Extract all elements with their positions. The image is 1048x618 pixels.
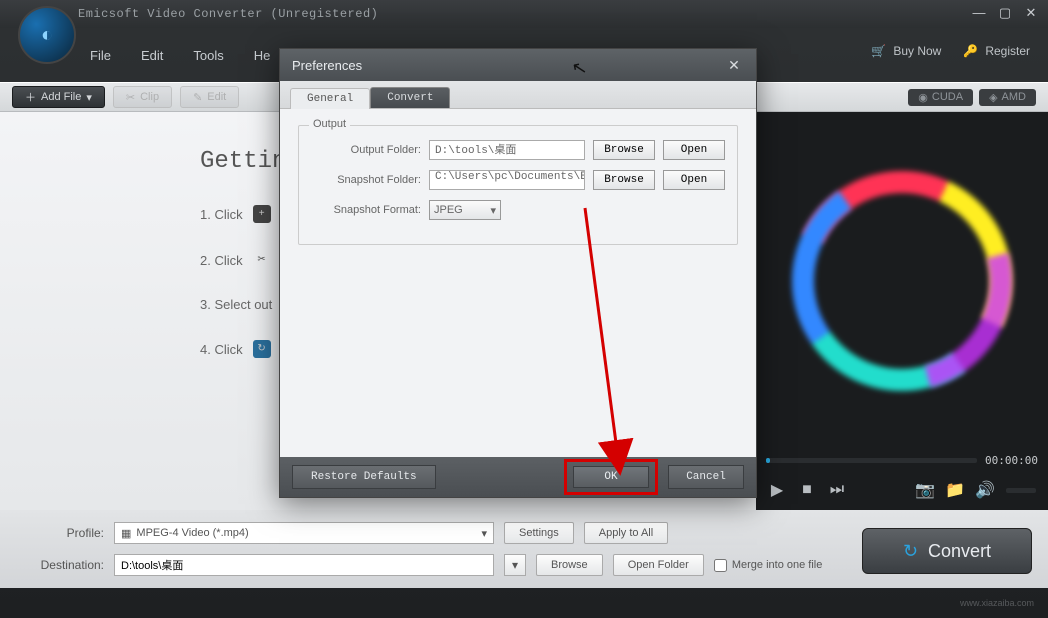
menu-file[interactable]: File [90,48,111,63]
progress-bar[interactable]: 00:00:00 [756,450,1048,470]
menu-tools[interactable]: Tools [193,48,223,63]
tab-convert[interactable]: Convert [370,87,450,108]
snapshot-open-button[interactable]: Open [663,170,725,190]
register-button[interactable]: 🔑 Register [963,44,1030,58]
ok-button[interactable]: OK [573,466,649,488]
chevron-down-icon: ▾ [481,527,487,540]
snapshot-format-value: JPEG [434,204,463,216]
plus-icon: ＋ [25,89,36,105]
destination-label: Destination: [16,558,104,572]
dialog-titlebar: Preferences ✕ [280,49,756,81]
snapshot-folder-input[interactable]: C:\Users\pc\Documents\Emic: [429,170,585,190]
menu-edit[interactable]: Edit [141,48,163,63]
cart-icon: 🛒 [871,44,886,58]
edit-label: Edit [207,91,226,103]
add-file-button[interactable]: ＋ Add File ▾ [12,86,105,108]
snapshot-folder-label: Snapshot Folder: [311,174,421,186]
tab-general[interactable]: General [290,88,370,109]
refresh-icon: ↻ [253,340,271,358]
clip-label: Clip [140,91,159,103]
dialog-footer: Restore Defaults OK Cancel [280,457,756,497]
amd-badge: ◈ AMD [979,89,1036,106]
merge-label: Merge into one file [732,559,823,571]
restore-defaults-button[interactable]: Restore Defaults [292,465,436,489]
mpeg-icon: ▦ [121,527,131,540]
close-icon[interactable]: ✕ [1022,5,1040,23]
buy-now-button[interactable]: 🛒 Buy Now [871,44,941,58]
volume-slider[interactable] [1006,488,1036,493]
nvidia-icon: ◉ [918,91,928,104]
titlebar: Emicsoft Video Converter (Unregistered) … [0,0,1048,28]
convert-label: Convert [928,541,991,562]
pencil-icon: ✎ [193,91,202,104]
scissors-icon: ✂ [126,91,135,104]
ok-highlight-box: OK [564,459,658,495]
watermark: www.xiazaiba.com [960,598,1034,608]
dialog-close-icon[interactable]: ✕ [724,55,744,75]
convert-button[interactable]: ↻ Convert [862,528,1032,574]
cuda-badge: ◉ CUDA [908,89,973,106]
dialog-body: Output Output Folder: D:\tools\桌面 Browse… [280,109,756,261]
dialog-title: Preferences [292,58,362,73]
volume-icon[interactable]: 🔊 [976,481,994,499]
next-icon[interactable]: ⏭ [828,481,846,499]
convert-icon: ↻ [903,541,918,562]
open-folder-button[interactable]: Open Folder [613,554,704,576]
apply-all-button[interactable]: Apply to All [584,522,668,544]
menu-help[interactable]: He [254,48,271,63]
app-logo-icon: ◐ [18,6,76,64]
amd-icon: ◈ [989,91,997,104]
history-dropdown[interactable]: ▾ [504,554,526,576]
profile-label: Profile: [16,526,104,540]
stop-icon[interactable]: ■ [798,481,816,499]
preview-image [756,112,1048,450]
profile-value: MPEG-4 Video (*.mp4) [136,527,248,539]
output-folder-label: Output Folder: [311,144,421,156]
edit-button[interactable]: ✎ Edit [180,86,239,108]
snapshot-format-select[interactable]: JPEG ▾ [429,200,501,220]
player-controls: ▶ ■ ⏭ 📷 📁 🔊 [756,470,1048,510]
progress-track[interactable] [766,458,977,463]
time-display: 00:00:00 [985,454,1038,467]
folder-icon[interactable]: 📁 [946,481,964,499]
cancel-button[interactable]: Cancel [668,465,744,489]
chevron-down-icon: ▾ [86,91,92,104]
main-menu: File Edit Tools He [90,48,270,63]
add-file-label: Add File [41,91,81,103]
settings-button[interactable]: Settings [504,522,574,544]
output-folder-input[interactable]: D:\tools\桌面 [429,140,585,160]
destination-input[interactable] [114,554,494,576]
register-label: Register [985,44,1030,58]
output-legend: Output [309,118,350,130]
add-icon: + [253,205,271,223]
preferences-dialog: Preferences ✕ General Convert Output Out… [279,48,757,498]
preview-pane: 00:00:00 ▶ ■ ⏭ 📷 📁 🔊 [756,112,1048,510]
output-browse-button[interactable]: Browse [593,140,655,160]
snapshot-browse-button[interactable]: Browse [593,170,655,190]
snapshot-icon[interactable]: 📷 [916,481,934,499]
output-open-button[interactable]: Open [663,140,725,160]
buy-now-label: Buy Now [893,44,941,58]
merge-checkbox[interactable]: Merge into one file [714,559,823,572]
key-icon: 🔑 [963,44,978,58]
clip-button[interactable]: ✂ Clip [113,86,172,108]
dialog-tabs: General Convert [280,81,756,109]
browse-button[interactable]: Browse [536,554,603,576]
window-title: Emicsoft Video Converter (Unregistered) [78,7,970,21]
play-icon[interactable]: ▶ [768,481,786,499]
chevron-down-icon: ▾ [490,204,496,217]
bottom-panel: Profile: ▦ MPEG-4 Video (*.mp4) ▾ Settin… [0,510,1048,588]
profile-combo[interactable]: ▦ MPEG-4 Video (*.mp4) ▾ [114,522,494,544]
scissors-icon: ✂ [253,251,271,269]
output-group: Output Output Folder: D:\tools\桌面 Browse… [298,125,738,245]
maximize-icon[interactable]: ▢ [996,5,1014,23]
minimize-icon[interactable]: — [970,5,988,23]
merge-checkbox-input[interactable] [714,559,727,572]
snapshot-format-label: Snapshot Format: [311,204,421,216]
